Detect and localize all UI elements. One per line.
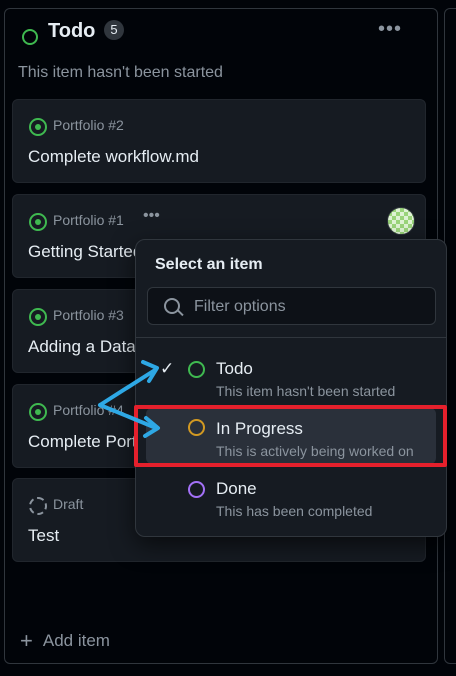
done-status-icon [188,481,205,498]
item-count-badge: 5 [104,20,124,40]
card-ref[interactable]: Portfolio #3 [53,307,124,323]
card-ref[interactable]: Portfolio #1 [53,212,124,228]
search-icon [164,298,180,314]
option-description: This item hasn't been started [216,383,396,399]
option-label: Done [216,479,257,498]
option-label: Todo [216,359,253,378]
todo-status-icon [188,361,205,378]
card-ref: Draft [53,496,84,512]
option-description: This has been completed [216,503,373,519]
draft-icon [29,497,47,515]
add-item-button[interactable]: + Add item [20,628,110,654]
popover-title: Select an item [155,256,263,273]
card-menu-icon[interactable]: ••• [143,207,160,225]
issue-open-icon [29,118,47,136]
card-ref[interactable]: Portfolio #4 [53,402,124,418]
card-title[interactable]: Test [28,526,59,546]
filter-field[interactable] [147,287,436,325]
divider [136,337,446,338]
filter-input[interactable] [192,296,426,318]
plus-icon: + [20,628,33,653]
issue-open-icon [29,213,47,231]
avatar[interactable] [387,207,415,235]
todo-status-icon [22,29,38,45]
column-subtitle: This item hasn't been started [18,64,223,81]
issue-open-icon [29,308,47,326]
column-title: Todo [48,20,96,42]
add-item-label: Add item [42,631,110,650]
issue-open-icon [29,403,47,421]
column-menu-icon[interactable]: ••• [378,18,402,41]
card-title[interactable]: Getting Started [28,242,142,262]
card-title[interactable]: Complete workflow.md [28,147,199,167]
option-todo[interactable]: ✓ Todo This item hasn't been started [146,351,436,407]
card-ref[interactable]: Portfolio #2 [53,117,124,133]
option-done[interactable]: Done This has been completed [146,471,436,527]
check-icon: ✓ [160,359,175,378]
card-portfolio-2[interactable]: Portfolio #2 Complete workflow.md [12,99,426,183]
highlight-box [134,405,447,467]
status-select-popover: Select an item ✓ Todo This item hasn't b… [135,239,447,537]
